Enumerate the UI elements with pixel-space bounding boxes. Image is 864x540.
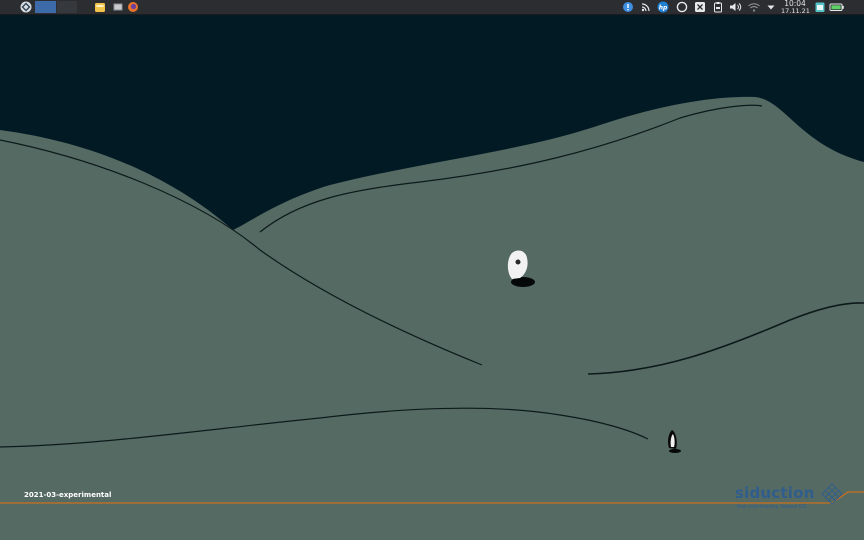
svg-text:hp: hp: [659, 4, 668, 11]
top-panel: hp 10:04 17.11.21: [0, 0, 864, 15]
clock-date: 17.11.21: [781, 6, 810, 15]
tray-expand-icon[interactable]: [765, 1, 777, 13]
file-manager-icon[interactable]: [94, 1, 106, 13]
clipboard-icon[interactable]: [712, 1, 724, 13]
wifi-icon[interactable]: [747, 1, 761, 13]
clock[interactable]: 10:04 17.11.21: [781, 0, 810, 15]
circle-status-icon[interactable]: [676, 1, 688, 13]
brand-block: siduction the community based OS: [735, 484, 845, 516]
wallpaper: [0, 0, 864, 540]
text-editor-icon[interactable]: [112, 1, 124, 13]
pager-desktop-2[interactable]: [57, 1, 77, 13]
calendar-icon[interactable]: [814, 1, 826, 13]
firefox-icon[interactable]: [127, 1, 139, 13]
battery-icon[interactable]: [829, 1, 845, 13]
rss-feed-icon[interactable]: [640, 1, 652, 13]
siduction-menu-icon[interactable]: [20, 1, 32, 13]
update-notifier-icon[interactable]: [622, 1, 634, 13]
volume-icon[interactable]: [729, 1, 743, 13]
brand-name: siduction: [735, 484, 815, 502]
brand-tagline: the community based OS: [737, 504, 807, 510]
system-settings-icon[interactable]: [694, 1, 706, 13]
pager-desktop-1[interactable]: [35, 1, 56, 13]
hp-printer-icon[interactable]: hp: [657, 1, 669, 13]
version-label: 2021-03-experimental: [24, 491, 112, 499]
